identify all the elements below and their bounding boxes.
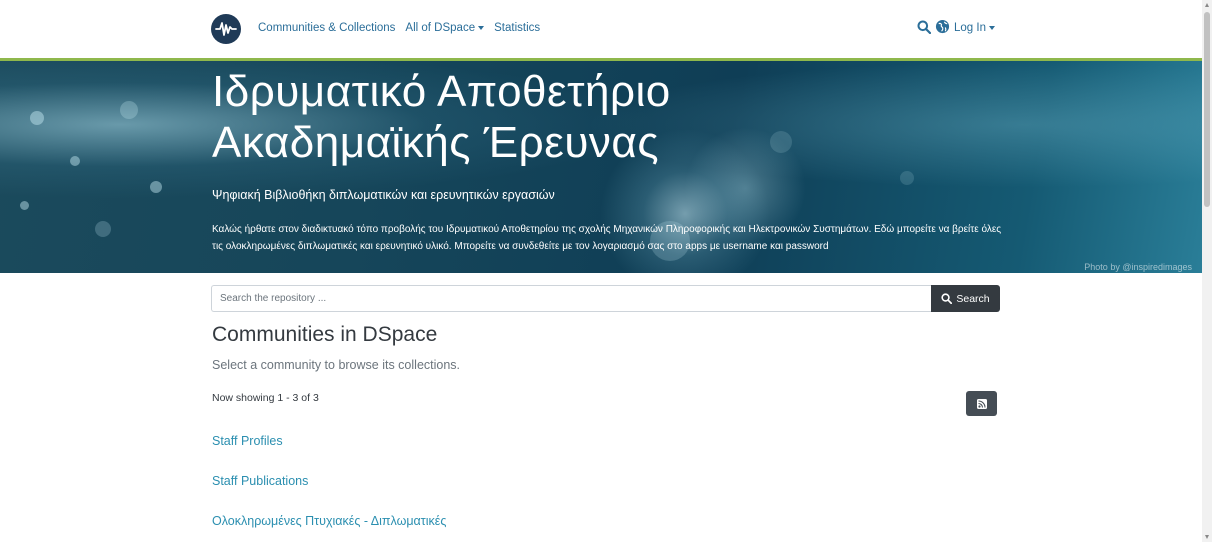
banner-title: Ιδρυματικό Αποθετήριο Ακαδημαϊκής Έρευνα… [212, 66, 671, 168]
banner-welcome-text: Καλώς ήρθατε στον διαδικτυακό τόπο προβο… [212, 224, 1002, 252]
community-link[interactable]: Ολοκληρωμένες Πτυχιακές - Διπλωματικές [212, 514, 446, 528]
search-icon[interactable] [917, 20, 932, 37]
page-title: Communities in DSpace [212, 323, 438, 346]
pagination-info: Now showing 1 - 3 of 3 [212, 392, 319, 404]
page-scrollbar[interactable] [1202, 0, 1212, 542]
globe-icon[interactable] [935, 19, 950, 37]
banner-bokeh [770, 131, 792, 153]
banner-bokeh [900, 171, 914, 185]
rss-feed-button[interactable] [966, 391, 997, 416]
community-link[interactable]: Staff Profiles [212, 434, 283, 448]
login-label: Log In [954, 22, 986, 34]
scroll-down-arrow-icon[interactable] [1205, 535, 1209, 539]
banner-title-line: Ιδρυματικό Αποθετήριο [212, 67, 671, 116]
scrollbar-thumb[interactable] [1204, 12, 1210, 207]
repository-search-form: Search [211, 285, 1000, 312]
page-lead: Select a community to browse its collect… [212, 358, 461, 372]
search-button[interactable]: Search [931, 285, 1000, 312]
banner-bokeh [70, 156, 80, 166]
nav-communities-collections[interactable]: Communities & Collections [258, 22, 395, 34]
photo-credit[interactable]: Photo by @inspiredimages [1084, 262, 1192, 272]
nav-all-of-dspace-dropdown[interactable]: All of DSpace [405, 22, 485, 34]
community-link[interactable]: Staff Publications [212, 474, 308, 488]
banner-subtitle: Ψηφιακή Βιβλιοθήκη διπλωματικών και ερευ… [212, 188, 555, 202]
home-banner: Ιδρυματικό Αποθετήριο Ακαδημαϊκής Έρευνα… [0, 61, 1202, 273]
nav-statistics[interactable]: Statistics [494, 22, 540, 34]
search-button-label: Search [956, 292, 990, 305]
search-input[interactable] [211, 285, 931, 312]
header-tools: Log In [917, 19, 995, 37]
nav-all-of-dspace-label: All of DSpace [405, 22, 476, 34]
search-icon [941, 293, 953, 304]
dspace-logo-icon[interactable] [211, 14, 241, 44]
caret-down-icon [478, 25, 485, 30]
banner-bokeh [95, 221, 111, 237]
login-dropdown[interactable]: Log In [954, 22, 995, 34]
rss-icon [976, 398, 987, 409]
caret-down-icon [988, 25, 995, 30]
scroll-up-arrow-icon[interactable] [1205, 3, 1209, 7]
banner-bokeh [30, 111, 44, 125]
banner-bokeh [150, 181, 162, 193]
top-navbar: Communities & Collections All of DSpace … [0, 0, 1202, 58]
banner-bokeh [120, 101, 138, 119]
banner-bokeh [20, 201, 29, 210]
main-nav: Communities & Collections All of DSpace … [258, 22, 540, 34]
banner-title-line: Ακαδημαϊκής Έρευνας [212, 118, 660, 167]
